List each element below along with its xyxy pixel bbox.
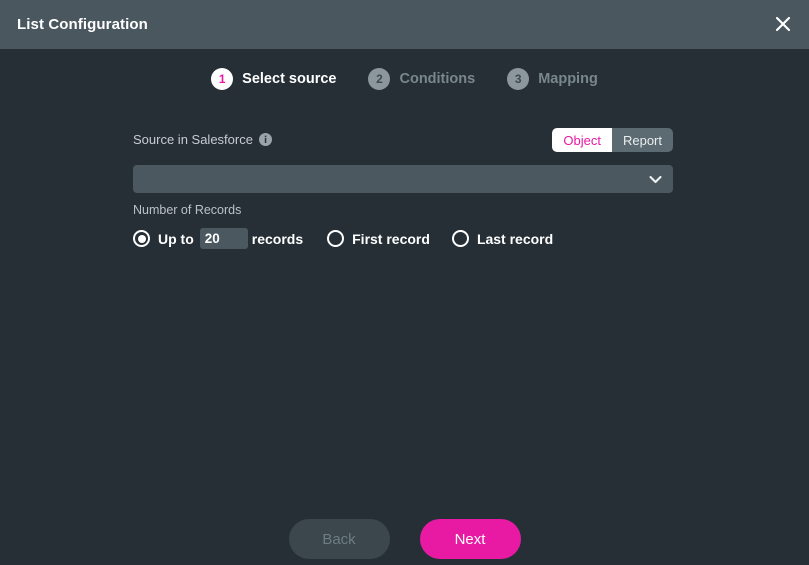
number-of-records-radio-group: Up to records First record Last record [133, 228, 673, 249]
next-button[interactable]: Next [419, 519, 521, 559]
step-mapping[interactable]: 3 Mapping [507, 68, 598, 90]
toggle-option-object[interactable]: Object [552, 128, 612, 152]
source-field-header: Source in Salesforce Object Report [133, 128, 673, 157]
source-type-toggle: Object Report [552, 128, 673, 152]
step-number-badge: 3 [507, 68, 530, 90]
dialog-footer: Back Next [0, 519, 809, 559]
close-icon[interactable] [769, 10, 797, 38]
dialog-title: List Configuration [17, 16, 148, 33]
radio-up-to-records[interactable]: Up to records [133, 228, 303, 249]
step-label: Conditions [399, 71, 476, 87]
list-configuration-dialog: List Configuration 1 Select source 2 Con… [0, 0, 809, 565]
step-label: Mapping [538, 71, 598, 87]
source-select[interactable] [133, 165, 673, 193]
step-number-badge: 1 [211, 68, 234, 90]
radio-first-record-mark[interactable] [327, 230, 345, 247]
radio-last-record-label: Last record [476, 230, 554, 247]
records-unit-label: records [251, 230, 304, 247]
radio-up-to-label: Up to [158, 230, 194, 247]
info-icon[interactable] [258, 133, 272, 146]
source-in-salesforce-label: Source in Salesforce [133, 132, 272, 147]
toggle-option-report[interactable]: Report [611, 128, 673, 152]
number-of-records-label: Number of Records [133, 203, 242, 217]
select-source-form: Source in Salesforce Object Report Numbe… [133, 128, 673, 249]
wizard-stepper: 1 Select source 2 Conditions 3 Mapping [0, 68, 809, 90]
radio-last-record-mark[interactable] [451, 230, 469, 247]
radio-first-record[interactable]: First record [327, 230, 430, 247]
radio-last-record[interactable]: Last record [451, 230, 554, 247]
back-button[interactable]: Back [288, 519, 390, 559]
step-conditions[interactable]: 2 Conditions [368, 68, 475, 90]
source-label-text: Source in Salesforce [133, 132, 253, 147]
dialog-titlebar: List Configuration [0, 0, 809, 49]
step-number-badge: 2 [368, 68, 391, 90]
records-count-input[interactable] [199, 228, 248, 249]
radio-up-to-mark[interactable] [133, 230, 150, 247]
radio-first-record-label: First record [352, 230, 430, 247]
step-select-source[interactable]: 1 Select source [211, 68, 336, 90]
step-label: Select source [242, 71, 337, 87]
chevron-down-icon[interactable] [649, 175, 662, 184]
